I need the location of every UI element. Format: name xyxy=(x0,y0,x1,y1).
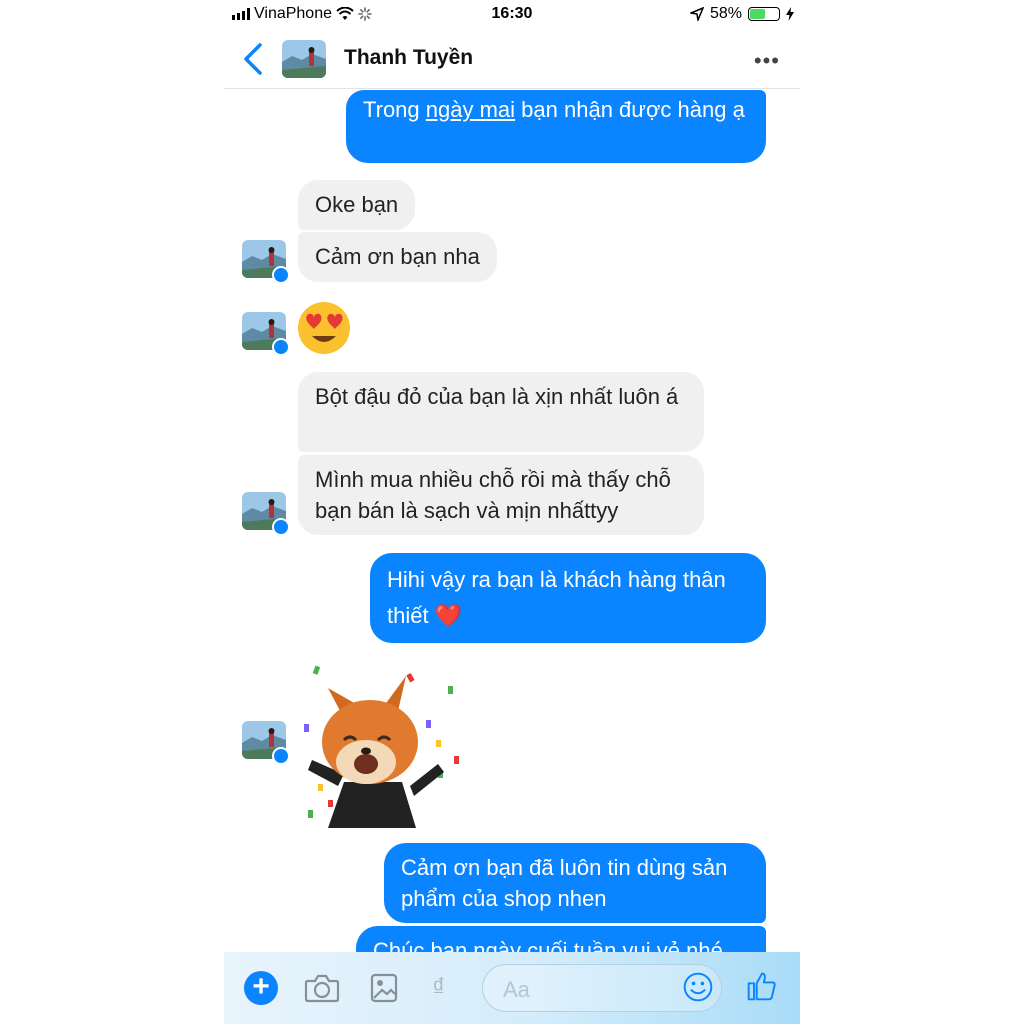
avatar-photo xyxy=(282,40,326,78)
status-right: 58% xyxy=(689,5,794,23)
charging-icon xyxy=(786,7,794,21)
messenger-badge-icon xyxy=(272,747,290,765)
date-link[interactable]: ngày mai xyxy=(426,97,515,122)
outgoing-message[interactable]: Cảm ơn bạn đã luôn tin dùng sản phẩm của… xyxy=(384,843,766,923)
message-text: Oke bạn xyxy=(315,192,399,217)
outgoing-message[interactable]: Trong ngày mai bạn nhận được hàng ạ xyxy=(346,90,766,163)
contact-avatar[interactable] xyxy=(282,40,326,78)
location-arrow-icon xyxy=(689,7,704,21)
back-chevron-icon[interactable] xyxy=(238,42,268,76)
like-icon[interactable] xyxy=(744,970,780,1002)
battery-fill xyxy=(750,9,765,19)
battery-icon xyxy=(748,7,780,21)
incoming-message[interactable]: Oke bạn xyxy=(298,180,416,230)
camera-icon[interactable] xyxy=(304,972,340,1004)
heart-eyes-emoji[interactable] xyxy=(296,300,352,356)
messenger-screen: VinaPhone 16:30 58% Thanh Tuyền ••• Tron… xyxy=(224,0,800,1024)
messenger-badge-icon xyxy=(272,518,290,536)
message-text: Trong xyxy=(363,97,426,122)
outgoing-message[interactable]: Hihi vậy ra bạn là khách hàng thân thiết… xyxy=(370,553,766,643)
input-placeholder: Aa xyxy=(503,977,530,1002)
incoming-message[interactable]: Mình mua nhiều chỗ rồi mà thấy chỗ bạn b… xyxy=(298,455,704,535)
gallery-icon[interactable] xyxy=(366,972,402,1004)
fox-confetti-sticker[interactable] xyxy=(298,660,468,830)
message-text: Bột đậu đỏ của bạn là xịn nhất luôn á xyxy=(315,384,679,409)
conversation-header: Thanh Tuyền ••• xyxy=(224,30,800,89)
messenger-badge-icon xyxy=(272,338,290,356)
red-heart-emoji: ❤️ xyxy=(434,603,463,628)
incoming-message[interactable]: Bột đậu đỏ của bạn là xịn nhất luôn á xyxy=(298,372,704,452)
emoji-icon[interactable] xyxy=(680,971,716,1003)
incoming-message[interactable]: Cảm ơn bạn nha xyxy=(298,232,497,282)
contact-name[interactable]: Thanh Tuyền xyxy=(344,46,473,70)
battery-percent: 58% xyxy=(709,5,742,22)
message-text: Mình mua nhiều chỗ rồi mà thấy chỗ bạn b… xyxy=(315,467,671,523)
payment-dong-icon[interactable]: ₫ xyxy=(432,972,445,1003)
message-text: Cảm ơn bạn đã luôn tin dùng sản phẩm của… xyxy=(401,855,728,911)
status-bar: VinaPhone 16:30 58% xyxy=(224,0,800,30)
message-text: Cảm ơn bạn nha xyxy=(315,244,480,269)
message-text: bạn nhận được hàng ạ xyxy=(515,97,745,122)
messenger-badge-icon xyxy=(272,266,290,284)
message-composer: + ₫ Aa xyxy=(224,952,800,1024)
more-options-icon[interactable]: ••• xyxy=(754,48,780,74)
plus-icon[interactable]: + xyxy=(244,971,278,1005)
